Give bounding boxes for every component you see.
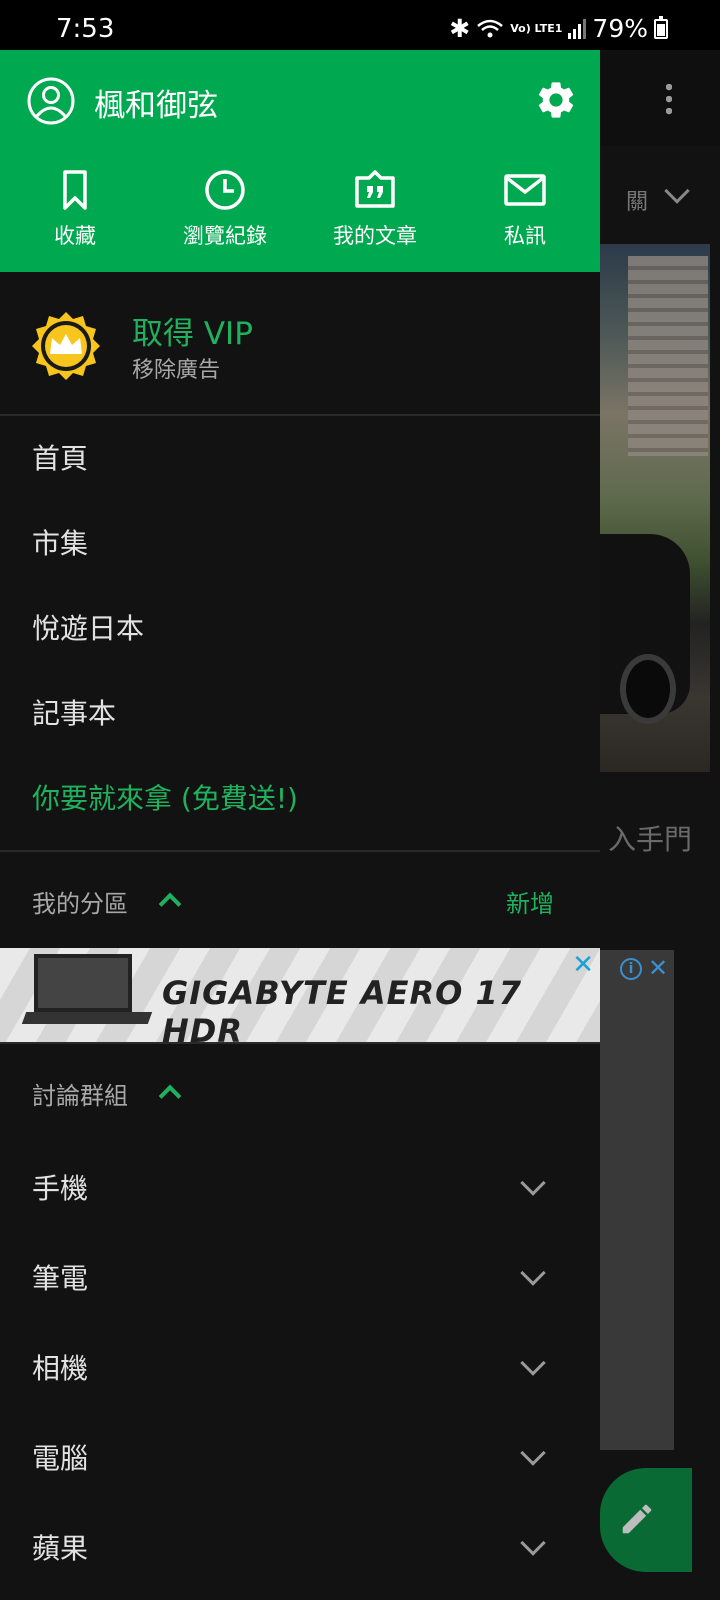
quick-action-my-articles[interactable]: 我的文章 xyxy=(300,168,450,250)
group-item-cameras[interactable]: 相機 xyxy=(0,1324,600,1414)
group-label: 相機 xyxy=(32,1352,89,1385)
vip-title: 取得 VIP xyxy=(132,316,253,352)
vip-subtitle: 移除廣告 xyxy=(132,358,221,383)
background-article-title: 入手門 xyxy=(608,823,693,856)
bluetooth-icon: ✱ xyxy=(449,14,471,43)
discussion-groups-header[interactable]: 討論群組 xyxy=(0,1044,600,1138)
group-item-apple[interactable]: 蘋果 xyxy=(0,1504,600,1594)
discussion-groups-label: 討論群組 xyxy=(32,1082,128,1110)
menu-item-market[interactable]: 市集 xyxy=(0,501,600,586)
background-toolbar xyxy=(600,50,720,146)
network-type: Vo) LTE1 xyxy=(510,22,563,35)
history-clock-icon xyxy=(205,170,245,210)
quick-action-favorites[interactable]: 收藏 xyxy=(0,168,150,250)
quick-action-label: 收藏 xyxy=(54,224,96,248)
battery-percent: 79% xyxy=(592,14,648,43)
ad-banner[interactable]: GIGABYTE AERO 17 HDR ✕ xyxy=(0,948,600,1050)
chevron-down-icon[interactable] xyxy=(520,1530,546,1556)
quick-action-history[interactable]: 瀏覽紀錄 xyxy=(150,168,300,250)
group-label: 電腦 xyxy=(32,1442,89,1475)
background-tab: 關 xyxy=(626,190,649,215)
username[interactable]: 楓和御弦 xyxy=(94,80,218,125)
ad-text: GIGABYTE AERO 17 HDR xyxy=(162,974,522,1050)
group-label: 手機 xyxy=(32,1172,89,1205)
wifi-icon xyxy=(477,19,504,37)
chevron-down-icon[interactable] xyxy=(520,1170,546,1196)
group-item-laptops[interactable]: 筆電 xyxy=(0,1234,600,1324)
bookmark-icon xyxy=(63,170,87,210)
status-time: 7:53 xyxy=(56,14,115,44)
quick-action-messages[interactable]: 私訊 xyxy=(450,168,600,250)
signal-icon xyxy=(568,18,587,39)
ad-close-icon: ✕ xyxy=(648,954,669,982)
gear-icon[interactable] xyxy=(534,78,578,122)
battery-icon xyxy=(654,15,668,39)
group-item-phones[interactable]: 手機 xyxy=(0,1144,600,1234)
main-menu: 首頁 市集 悅遊日本 記事本 你要就來拿 (免費送!) xyxy=(0,416,600,841)
menu-item-free-giveaway[interactable]: 你要就來拿 (免費送!) xyxy=(0,756,600,841)
chevron-down-icon[interactable] xyxy=(520,1440,546,1466)
mail-icon xyxy=(504,174,546,206)
article-quote-icon xyxy=(355,170,395,208)
quick-action-label: 我的文章 xyxy=(333,224,417,248)
status-icons: ✱ Vo) LTE1 79% xyxy=(449,14,668,43)
vip-promo[interactable]: 取得 VIP 移除廣告 xyxy=(0,272,600,416)
menu-item-japan[interactable]: 悅遊日本 xyxy=(0,586,600,671)
avatar-icon[interactable] xyxy=(26,76,76,126)
navigation-drawer: 楓和御弦 收藏 瀏覽紀錄 我的文章 私訊 取得 VIP 移除廣告 首頁 市集 悅… xyxy=(0,50,600,1600)
chevron-down-icon[interactable] xyxy=(520,1260,546,1286)
close-icon[interactable]: ✕ xyxy=(572,950,594,980)
laptop-image xyxy=(21,954,153,1034)
my-sections-header[interactable]: 我的分區 新增 xyxy=(0,852,600,946)
status-bar: 7:53 ✱ Vo) LTE1 79% xyxy=(0,0,720,50)
background-app: 關 入手門 i ✕ xyxy=(600,50,720,1600)
my-sections-label: 我的分區 xyxy=(32,890,128,918)
pencil-icon xyxy=(622,1504,652,1534)
group-item-computers[interactable]: 電腦 xyxy=(0,1414,600,1504)
quick-action-label: 私訊 xyxy=(504,224,546,248)
menu-item-notebook[interactable]: 記事本 xyxy=(0,671,600,756)
drawer-header: 楓和御弦 收藏 瀏覽紀錄 我的文章 私訊 xyxy=(0,50,600,272)
chevron-up-icon[interactable] xyxy=(158,1084,182,1108)
more-options-icon xyxy=(666,84,672,116)
add-section-button[interactable]: 新增 xyxy=(506,884,554,919)
discussion-groups-list: 手機 筆電 相機 電腦 蘋果 xyxy=(0,1144,600,1594)
crown-badge-icon xyxy=(32,312,100,380)
background-article-image xyxy=(600,244,710,772)
menu-item-home[interactable]: 首頁 xyxy=(0,416,600,501)
compose-fab[interactable] xyxy=(600,1468,692,1572)
chevron-down-icon xyxy=(664,178,690,204)
chevron-down-icon[interactable] xyxy=(520,1350,546,1376)
group-label: 蘋果 xyxy=(32,1532,89,1565)
group-label: 筆電 xyxy=(32,1262,89,1295)
background-ad-card xyxy=(600,950,674,1450)
quick-action-label: 瀏覽紀錄 xyxy=(183,224,267,248)
chevron-up-icon[interactable] xyxy=(158,892,182,916)
ad-info-icon: i xyxy=(620,958,642,980)
